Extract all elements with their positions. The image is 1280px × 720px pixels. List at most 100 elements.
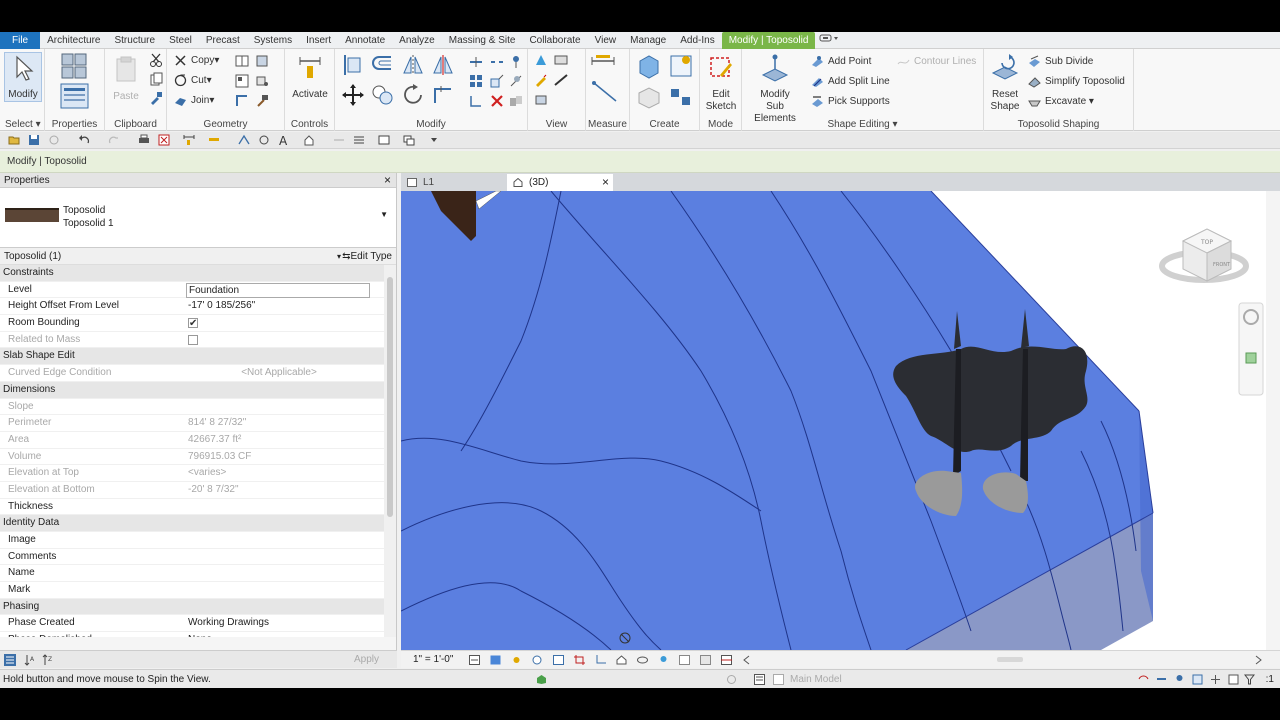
property-value[interactable]: -17' 0 185/256": [186, 298, 370, 314]
property-section-header[interactable]: Dimensions: [0, 381, 396, 399]
add-point-button[interactable]: Add Point: [811, 55, 871, 68]
scroll-left-icon[interactable]: [741, 655, 752, 665]
workset-icon[interactable]: [536, 674, 547, 685]
sort-descending-icon[interactable]: Z: [42, 654, 54, 666]
visibility-icon[interactable]: [534, 93, 548, 107]
tab-structure[interactable]: Structure: [107, 32, 162, 49]
add-split-line-button[interactable]: Add Split Line: [811, 75, 890, 88]
reset-shape-button[interactable]: Reset Shape: [987, 53, 1023, 113]
property-row[interactable]: Thickness: [0, 499, 396, 516]
properties-palette-icon[interactable]: [60, 83, 90, 109]
select-links-icon[interactable]: [1138, 674, 1149, 685]
pick-supports-button[interactable]: Pick Supports: [811, 95, 890, 108]
create-similar-icon[interactable]: [668, 85, 694, 109]
array-icon[interactable]: [469, 74, 483, 88]
property-row[interactable]: Slope: [0, 399, 396, 416]
tab-add-ins[interactable]: Add-Ins: [673, 32, 721, 49]
excavate-button[interactable]: Excavate ▾: [1028, 95, 1094, 108]
property-row[interactable]: Level Foundation: [0, 282, 396, 299]
print-icon[interactable]: [138, 134, 150, 146]
offset-icon[interactable]: [371, 53, 395, 77]
open-folder-icon[interactable]: [8, 134, 20, 146]
select-by-face-icon[interactable]: [1192, 674, 1203, 685]
measure-distance-icon[interactable]: [590, 54, 618, 68]
zoom-window-icon[interactable]: [1245, 352, 1257, 364]
temporary-hide-icon[interactable]: [637, 655, 648, 665]
tab-annotate[interactable]: Annotate: [338, 32, 392, 49]
chevron-down-icon[interactable]: ▼: [380, 210, 388, 219]
tab-analyze[interactable]: Analyze: [392, 32, 442, 49]
shape-editing-dropdown[interactable]: Shape Editing ▾: [742, 119, 983, 130]
property-checkbox-cell[interactable]: [186, 315, 370, 331]
tab-l1[interactable]: L1: [401, 174, 505, 191]
shadows-icon[interactable]: [532, 655, 543, 665]
property-row[interactable]: Elevation at Bottom -20' 8 7/32": [0, 482, 396, 499]
property-row[interactable]: Elevation at Top <varies>: [0, 465, 396, 482]
tab-modify-toposolid[interactable]: Modify | Toposolid: [721, 31, 816, 49]
sun-path-icon[interactable]: [511, 655, 522, 665]
3d-view-icon[interactable]: [303, 134, 315, 146]
tab-massing-site[interactable]: Massing & Site: [442, 32, 523, 49]
property-section-header[interactable]: Identity Data: [0, 515, 396, 532]
viewport-scrollbar[interactable]: [1266, 191, 1280, 650]
delete-x-icon[interactable]: [490, 94, 504, 108]
hide-element-icon[interactable]: [534, 53, 548, 67]
analytical-model-icon[interactable]: [721, 655, 732, 665]
toposolid-3d-model[interactable]: TOP FRONT: [401, 191, 1266, 650]
design-options-icon[interactable]: [726, 674, 737, 685]
close-icon[interactable]: ×: [384, 173, 391, 188]
categorize-icon[interactable]: [4, 654, 16, 666]
view-scale-label[interactable]: 1" = 1'-0": [413, 651, 453, 669]
linework-icon[interactable]: [554, 73, 568, 87]
spot-elevation-icon[interactable]: [258, 134, 270, 146]
property-row[interactable]: Height Offset From Level -17' 0 185/256": [0, 298, 396, 316]
tag-icon[interactable]: [238, 134, 250, 146]
background-process-icon[interactable]: [1228, 674, 1239, 685]
wall-joins-icon[interactable]: [235, 74, 249, 88]
property-row[interactable]: Curved Edge Condition <Not Applicable>: [0, 365, 396, 382]
drag-elements-icon[interactable]: [1210, 674, 1221, 685]
select-pinned-icon[interactable]: [1174, 674, 1185, 685]
property-row[interactable]: Phase Created Working Drawings: [0, 615, 396, 633]
thin-lines-icon[interactable]: [353, 134, 365, 146]
create-parts-icon[interactable]: [668, 53, 694, 79]
temporary-properties-icon[interactable]: [700, 655, 711, 665]
property-row[interactable]: Related to Mass: [0, 332, 396, 349]
tab-insert[interactable]: Insert: [299, 32, 338, 49]
reveal-hidden-icon[interactable]: [658, 655, 669, 665]
cut-scissors-icon[interactable]: [149, 53, 163, 67]
select-dropdown[interactable]: Select ▾: [0, 119, 44, 130]
tab-systems[interactable]: Systems: [247, 32, 299, 49]
save-icon[interactable]: [28, 134, 40, 146]
tab-collaborate[interactable]: Collaborate: [522, 32, 587, 49]
property-row[interactable]: Volume 796915.03 CF: [0, 449, 396, 466]
close-icon[interactable]: ×: [602, 174, 609, 191]
render-icon[interactable]: [553, 655, 564, 665]
lock-view-icon[interactable]: [616, 655, 627, 665]
tab-manage[interactable]: Manage: [623, 32, 673, 49]
horizontal-scroll-thumb[interactable]: [997, 657, 1023, 662]
type-properties-icon[interactable]: [61, 53, 89, 79]
ribbon-display-dropdown[interactable]: [815, 32, 845, 49]
copy-elements-icon[interactable]: [371, 83, 395, 107]
trim-multiple-icon[interactable]: [469, 94, 483, 108]
cope-button[interactable]: Copy ▾: [174, 54, 219, 67]
property-value[interactable]: Foundation: [186, 282, 370, 298]
property-value[interactable]: [186, 532, 370, 548]
property-row[interactable]: Area 42667.37 ft²: [0, 432, 396, 449]
edit-sketch-button[interactable]: Edit Sketch: [702, 53, 740, 113]
tab-architecture[interactable]: Architecture: [40, 32, 107, 49]
crop-view-icon[interactable]: [574, 655, 585, 665]
property-row[interactable]: Mark: [0, 582, 396, 599]
undo-icon[interactable]: [78, 134, 90, 146]
modify-button[interactable]: Modify: [4, 52, 42, 102]
edit-type-button[interactable]: ⇆Edit Type: [342, 248, 392, 265]
demolish-icon[interactable]: [255, 74, 269, 88]
tab-3d[interactable]: (3D) ×: [507, 174, 613, 191]
property-row[interactable]: Image: [0, 532, 396, 549]
trim-extend-icon[interactable]: [431, 83, 455, 107]
beam-join-icon[interactable]: [235, 94, 249, 108]
measure-qat-icon[interactable]: [183, 134, 195, 146]
linework-pencil-icon[interactable]: [534, 73, 548, 87]
property-value[interactable]: Working Drawings: [186, 615, 370, 631]
